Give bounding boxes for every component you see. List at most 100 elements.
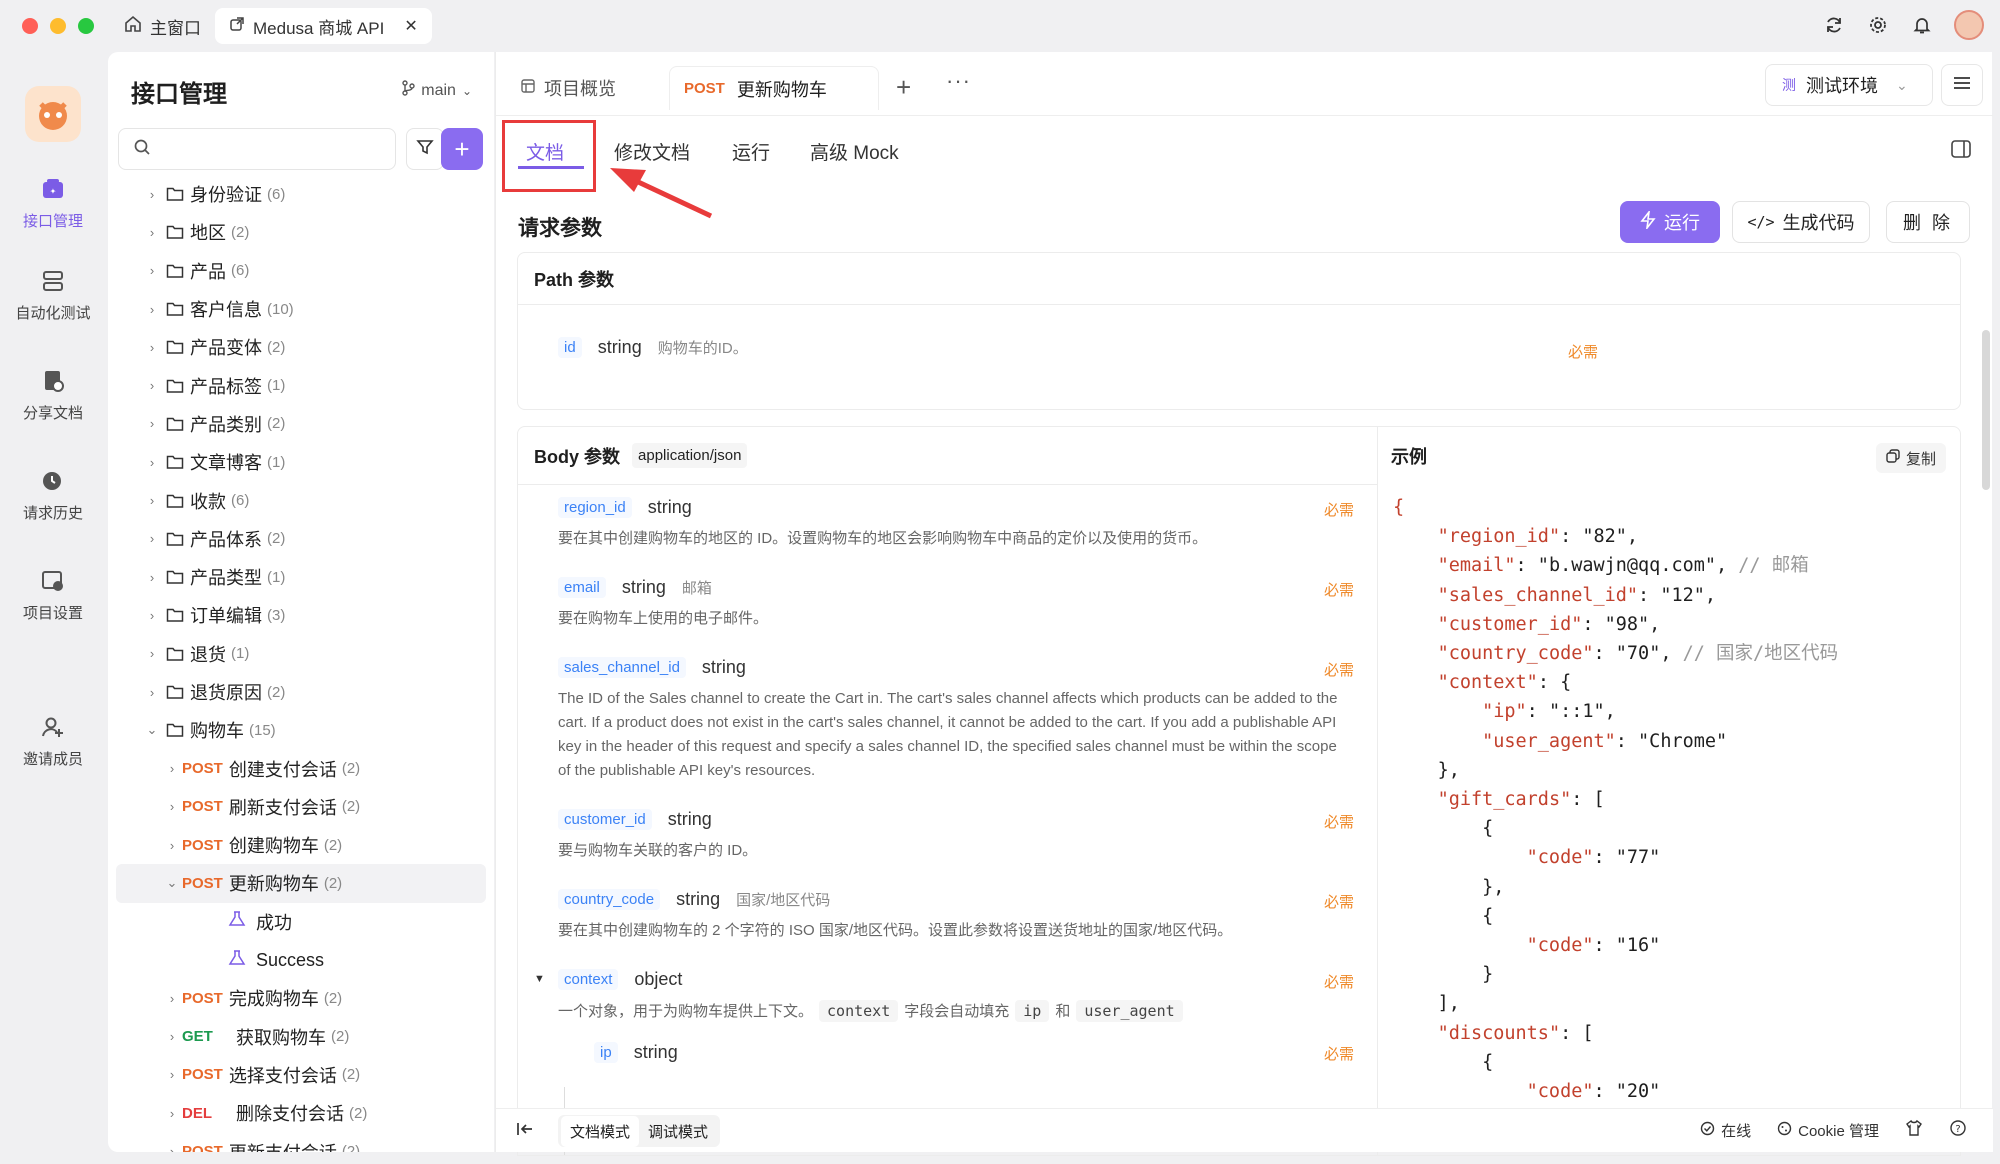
- chevron-down-icon[interactable]: ⌄: [162, 875, 182, 891]
- tab-project-overview[interactable]: 项目概览: [506, 66, 630, 110]
- endpoint-item[interactable]: › POST 创建购物车 (2): [108, 826, 494, 864]
- subtab-advanced-mock[interactable]: 高级 Mock: [810, 138, 899, 165]
- split-view-icon[interactable]: [1950, 138, 1974, 162]
- chevron-right-icon[interactable]: ›: [142, 378, 162, 393]
- maximize-window-button[interactable]: [78, 18, 94, 34]
- chevron-down-icon[interactable]: ⌄: [142, 722, 162, 738]
- folder-item[interactable]: › 身份验证 (6): [108, 175, 494, 213]
- shirt-icon[interactable]: [1905, 1119, 1923, 1141]
- folder-item[interactable]: › 退货原因 (2): [108, 673, 494, 711]
- rail-history[interactable]: 请求历史: [0, 466, 106, 523]
- chevron-right-icon[interactable]: ›: [162, 1144, 182, 1152]
- chevron-right-icon[interactable]: ›: [162, 1106, 182, 1121]
- close-window-button[interactable]: [22, 18, 38, 34]
- folder-item[interactable]: › 客户信息 (10): [108, 290, 494, 328]
- folder-item[interactable]: › 产品类型 (1): [108, 558, 494, 596]
- search-box[interactable]: [118, 128, 396, 170]
- chevron-right-icon[interactable]: ›: [142, 302, 162, 317]
- rail-share-doc[interactable]: 分享文档: [0, 366, 106, 423]
- debug-mode-button[interactable]: 调试模式: [639, 1116, 717, 1147]
- subtab-edit-doc[interactable]: 修改文档: [614, 138, 690, 165]
- online-status[interactable]: 在线: [1700, 1120, 1751, 1141]
- code-line: {: [1393, 493, 1838, 522]
- endpoint-item[interactable]: › GET 获取购物车 (2): [108, 1018, 494, 1056]
- gear-icon[interactable]: [1866, 13, 1890, 37]
- folder-item[interactable]: ⌄ 购物车 (15): [108, 711, 494, 749]
- folder-item[interactable]: › 地区 (2): [108, 213, 494, 251]
- folder-item[interactable]: › 文章博客 (1): [108, 443, 494, 481]
- method-badge: POST: [182, 798, 223, 816]
- minimize-window-button[interactable]: [50, 18, 66, 34]
- example-item[interactable]: 成功: [108, 903, 494, 941]
- new-tab-icon[interactable]: +: [896, 72, 911, 103]
- folder-item[interactable]: › 订单编辑 (3): [108, 596, 494, 634]
- collapse-sidebar-icon[interactable]: [516, 1121, 534, 1142]
- overview-icon: [520, 78, 536, 99]
- filter-button[interactable]: [406, 128, 444, 170]
- menu-button[interactable]: [1941, 64, 1983, 106]
- chevron-right-icon[interactable]: ›: [142, 263, 162, 278]
- chevron-right-icon[interactable]: ›: [142, 646, 162, 661]
- folder-name: 退货: [190, 644, 226, 665]
- json-value: : "98",: [1582, 613, 1661, 635]
- tab-update-cart[interactable]: POST 更新购物车: [669, 66, 879, 110]
- folder-item[interactable]: › 收款 (6): [108, 481, 494, 519]
- endpoint-item[interactable]: › DEL 删除支付会话 (2): [108, 1094, 494, 1132]
- chevron-right-icon[interactable]: ›: [162, 799, 182, 814]
- chevron-right-icon[interactable]: ›: [162, 991, 182, 1006]
- folder-item[interactable]: › 退货 (1): [108, 635, 494, 673]
- copy-button[interactable]: 复制: [1875, 443, 1946, 473]
- chevron-right-icon[interactable]: ›: [142, 340, 162, 355]
- chevron-right-icon[interactable]: ›: [142, 455, 162, 470]
- doc-mode-button[interactable]: 文档模式: [561, 1115, 640, 1147]
- chevron-right-icon[interactable]: ›: [142, 187, 162, 202]
- home-window-tab[interactable]: 主窗口: [124, 14, 201, 39]
- folder-item[interactable]: › 产品变体 (2): [108, 328, 494, 366]
- more-icon[interactable]: ···: [946, 68, 971, 94]
- rail-project-settings[interactable]: 项目设置: [0, 566, 106, 623]
- chevron-right-icon[interactable]: ›: [162, 1029, 182, 1044]
- project-window-tab[interactable]: Medusa 商城 API ✕: [215, 8, 432, 44]
- cookie-manager[interactable]: Cookie 管理: [1777, 1120, 1879, 1141]
- chevron-right-icon[interactable]: ›: [142, 570, 162, 585]
- rail-api-management[interactable]: ✦ 接口管理: [0, 174, 106, 231]
- rail-invite[interactable]: 邀请成员: [0, 712, 106, 769]
- folder-item[interactable]: › 产品体系 (2): [108, 520, 494, 558]
- chevron-right-icon[interactable]: ›: [142, 608, 162, 623]
- chevron-right-icon[interactable]: ›: [162, 838, 182, 853]
- chevron-right-icon[interactable]: ›: [162, 1067, 182, 1082]
- example-item[interactable]: Success: [108, 941, 494, 979]
- close-tab-icon[interactable]: ✕: [404, 16, 417, 36]
- folder-item[interactable]: › 产品标签 (1): [108, 366, 494, 404]
- generate-code-button[interactable]: </> 生成代码: [1732, 201, 1870, 243]
- endpoint-item[interactable]: › POST 刷新支付会话 (2): [108, 788, 494, 826]
- main-scrollbar[interactable]: [1982, 330, 1990, 490]
- delete-button[interactable]: 删 除: [1886, 201, 1970, 243]
- chevron-right-icon[interactable]: ›: [162, 761, 182, 776]
- run-button[interactable]: 运行: [1620, 201, 1720, 243]
- endpoint-item[interactable]: › POST 完成购物车 (2): [108, 979, 494, 1017]
- chevron-right-icon[interactable]: ›: [142, 531, 162, 546]
- chevron-right-icon[interactable]: ›: [142, 416, 162, 431]
- chevron-right-icon[interactable]: ›: [142, 225, 162, 240]
- endpoint-item[interactable]: ›POST 更新支付会话 (2): [108, 1132, 494, 1152]
- search-input[interactable]: [159, 140, 379, 158]
- environment-selector[interactable]: 测 测试环境 ⌄: [1765, 64, 1933, 106]
- folder-item[interactable]: › 产品 (6): [108, 252, 494, 290]
- user-avatar[interactable]: [1954, 10, 1984, 40]
- endpoint-item[interactable]: ⌄ POST 更新购物车 (2): [116, 864, 486, 903]
- endpoint-item[interactable]: › POST 选择支付会话 (2): [108, 1056, 494, 1094]
- add-button[interactable]: +: [441, 128, 483, 170]
- triangle-down-icon[interactable]: ▼: [534, 973, 545, 985]
- chevron-right-icon[interactable]: ›: [142, 493, 162, 508]
- bell-icon[interactable]: [1910, 13, 1934, 37]
- endpoint-item[interactable]: › POST 创建支付会话 (2): [108, 749, 494, 787]
- refresh-icon[interactable]: [1822, 13, 1846, 37]
- branch-selector[interactable]: main ⌄: [401, 80, 472, 101]
- subtab-run[interactable]: 运行: [732, 138, 770, 165]
- rail-automation[interactable]: 自动化测试: [0, 266, 106, 323]
- folder-item[interactable]: › 产品类别 (2): [108, 405, 494, 443]
- chevron-right-icon[interactable]: ›: [142, 685, 162, 700]
- help-icon[interactable]: ?: [1949, 1119, 1967, 1141]
